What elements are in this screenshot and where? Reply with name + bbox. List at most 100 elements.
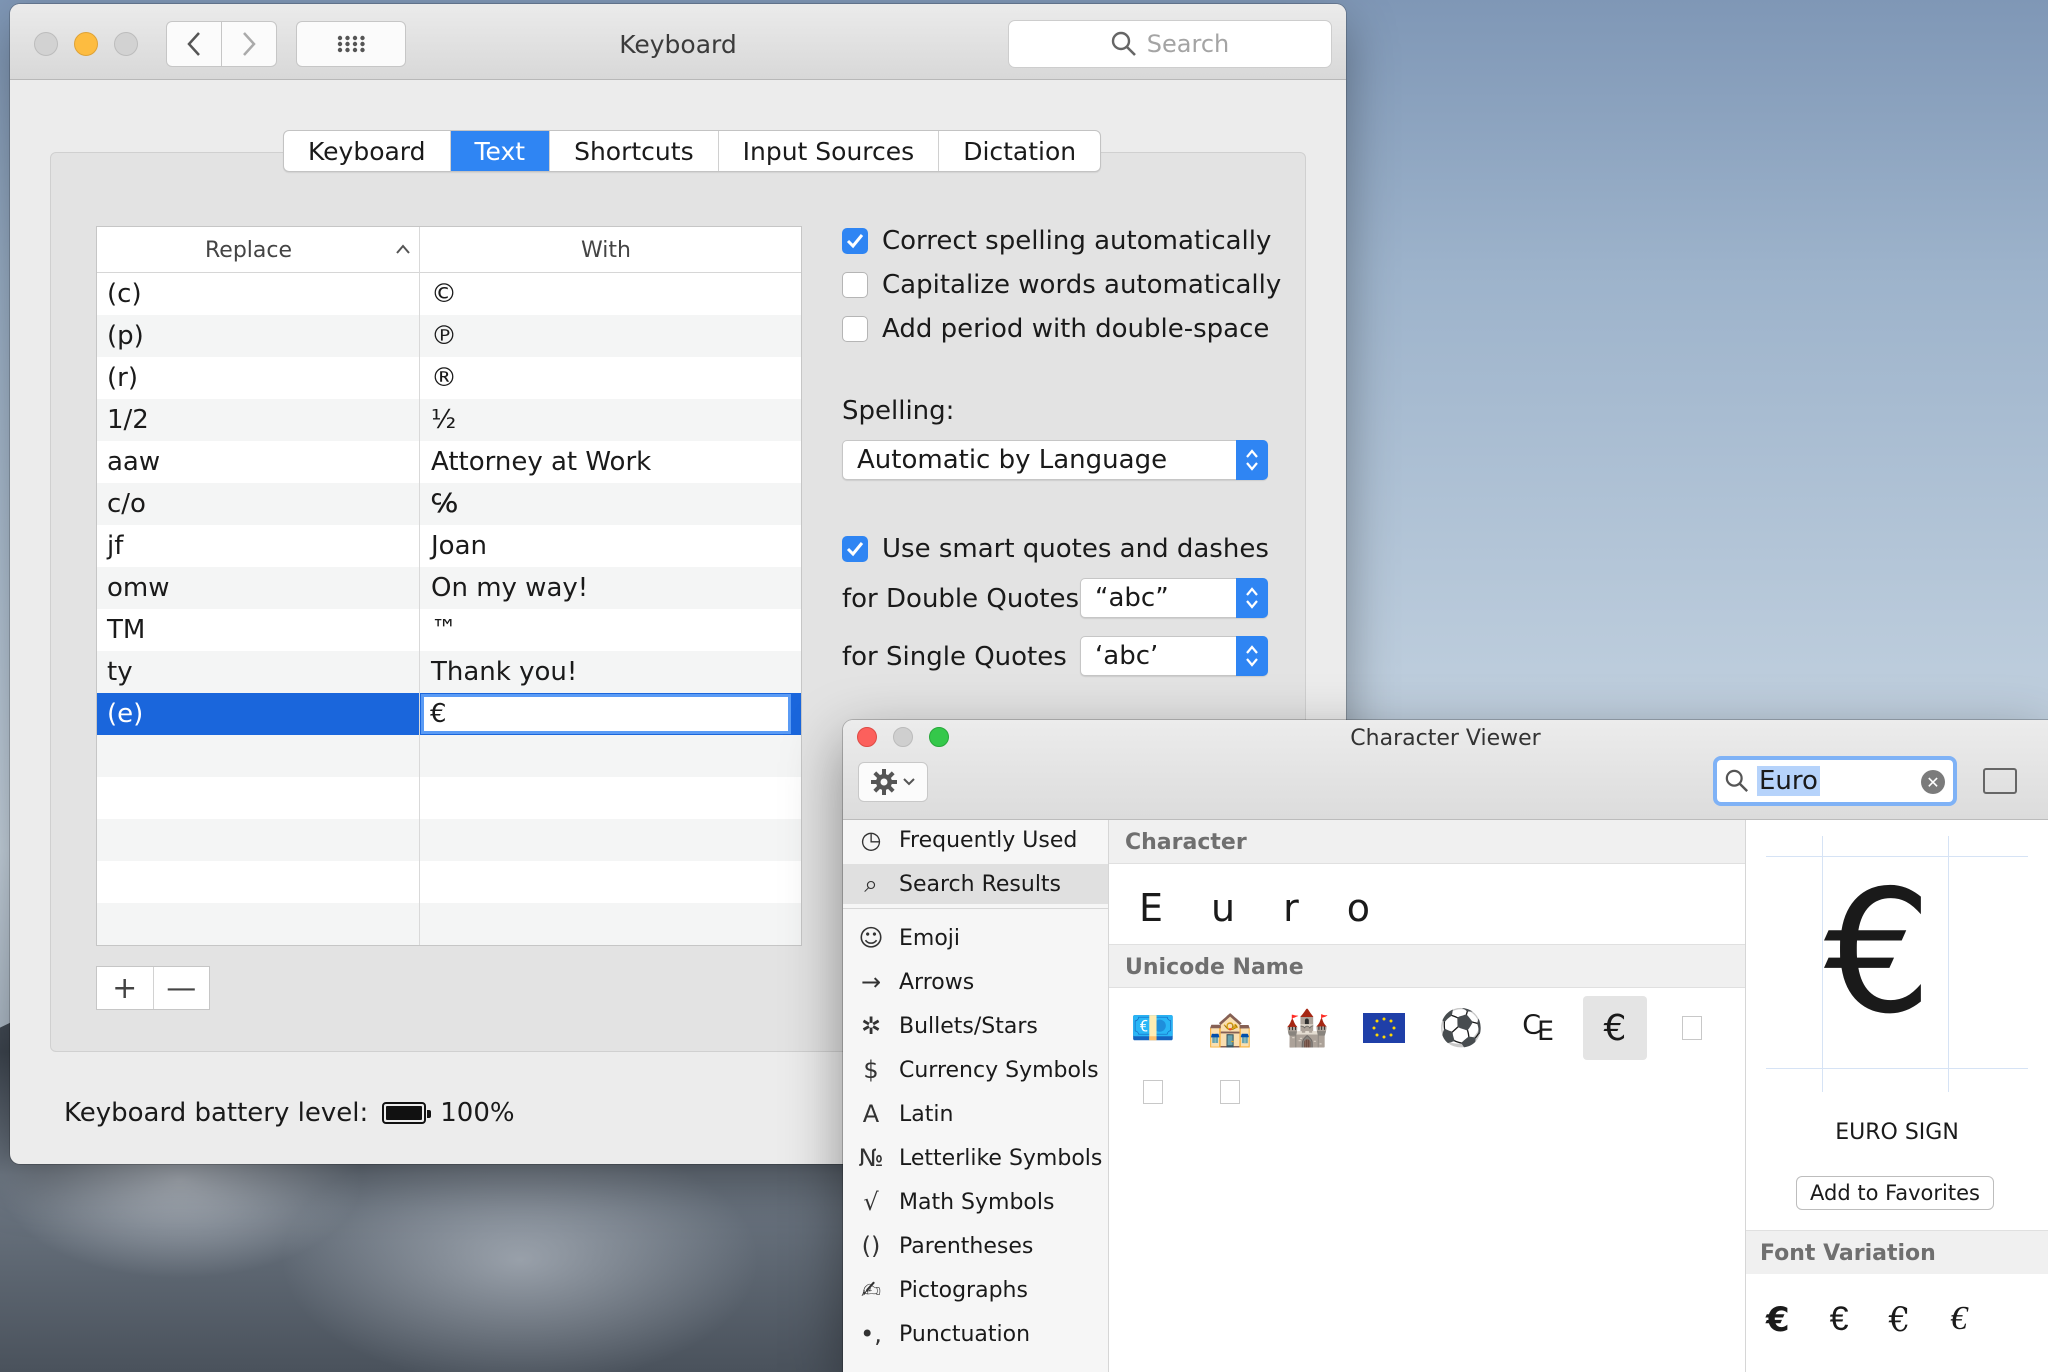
with-cell: Attorney at Work: [431, 447, 652, 477]
add-period-option[interactable]: Add period with double-space: [842, 314, 1269, 344]
battery-value: 100%: [440, 1098, 515, 1128]
with-edit-field[interactable]: €: [421, 694, 791, 734]
table-row[interactable]: jf Joan: [97, 525, 801, 567]
category-emoji[interactable]: ☺ Emoji: [843, 918, 1108, 958]
replace-cell: (c): [107, 279, 142, 309]
search-letter[interactable]: E: [1139, 886, 1163, 930]
single-quotes-popup[interactable]: ‘abc’: [1080, 636, 1268, 676]
tab-text[interactable]: Text: [450, 131, 551, 171]
euro-banknote-icon[interactable]: 💶: [1121, 996, 1185, 1060]
missing-glyph-icon[interactable]: [1660, 996, 1724, 1060]
category-bullets-stars[interactable]: ✲ Bullets/Stars: [843, 1006, 1108, 1046]
add-to-favorites-button[interactable]: Add to Favorites: [1796, 1176, 1994, 1210]
search-icon: [1111, 31, 1136, 56]
category-latin[interactable]: A Latin: [843, 1094, 1108, 1134]
european-castle-icon[interactable]: 🏰: [1275, 996, 1339, 1060]
column-header-with[interactable]: With: [581, 238, 631, 263]
battery-fill: [386, 1106, 423, 1120]
empty-row: [97, 861, 801, 903]
battery-icon: [382, 1102, 432, 1124]
character-viewer-window: Character Viewer Euro ✕ ◷ Frequently Used: [843, 720, 2048, 1372]
capitalize-option[interactable]: Capitalize words automatically: [842, 270, 1281, 300]
clock-icon: ◷: [860, 826, 882, 854]
category-frequently-used[interactable]: ◷ Frequently Used: [843, 820, 1108, 860]
missing-glyph-icon[interactable]: [1121, 1060, 1185, 1124]
tab-input-sources[interactable]: Input Sources: [719, 131, 940, 171]
category-math-symbols[interactable]: √ Math Symbols: [843, 1182, 1108, 1222]
empty-row: [97, 777, 801, 819]
chevron-down-icon: [903, 778, 915, 786]
category-pictographs[interactable]: ✍ Pictographs: [843, 1270, 1108, 1310]
add-period-checkbox[interactable]: [842, 316, 868, 342]
european-post-office-icon[interactable]: 🏤: [1198, 996, 1262, 1060]
sidebar-separator: [843, 908, 1108, 909]
table-row-selected[interactable]: (e) €: [97, 693, 801, 735]
font-variation-glyph[interactable]: €: [1950, 1300, 1967, 1340]
category-currency-symbols[interactable]: $ Currency Symbols: [843, 1050, 1108, 1090]
eu-flag-icon[interactable]: [1352, 996, 1416, 1060]
action-menu-button[interactable]: [858, 762, 928, 802]
parentheses-icon: (): [861, 1232, 881, 1260]
character-detail-pane: € EURO SIGN Add to Favorites Font Variat…: [1745, 820, 2048, 1372]
cv-window-title: Character Viewer: [1350, 726, 1541, 751]
search-input[interactable]: Search: [1008, 20, 1332, 68]
cv-search-input[interactable]: Euro ✕: [1713, 756, 1957, 806]
dollar-icon: $: [863, 1056, 879, 1084]
tab-shortcuts[interactable]: Shortcuts: [550, 131, 719, 171]
capitalize-label: Capitalize words automatically: [882, 270, 1282, 300]
tab-dictation[interactable]: Dictation: [939, 131, 1100, 171]
table-row[interactable]: (c) ©: [97, 273, 801, 315]
font-variation-glyph[interactable]: €: [1830, 1300, 1849, 1340]
soccer-ball-icon[interactable]: ⚽: [1429, 996, 1493, 1060]
arrow-icon: →: [860, 968, 882, 996]
category-letterlike-symbols[interactable]: № Letterlike Symbols: [843, 1138, 1108, 1178]
tab-bar: Keyboard Text Shortcuts Input Sources Di…: [283, 130, 1102, 172]
updown-arrows-icon: [1236, 440, 1268, 480]
add-remove-control: + —: [96, 966, 210, 1010]
replace-cell: ty: [107, 657, 133, 687]
category-punctuation[interactable]: •, Punctuation: [843, 1314, 1108, 1354]
table-row[interactable]: ty Thank you!: [97, 651, 801, 693]
gear-icon: [871, 769, 897, 795]
with-cell: ®: [431, 363, 457, 393]
double-quotes-popup[interactable]: “abc”: [1080, 578, 1268, 618]
missing-glyph-icon[interactable]: [1198, 1060, 1262, 1124]
table-row[interactable]: aaw Attorney at Work: [97, 441, 801, 483]
smart-quotes-checkbox[interactable]: [842, 536, 868, 562]
category-sidebar: ◷ Frequently Used ⌕ Search Results ☺ Emoji …: [843, 820, 1109, 1372]
tab-keyboard[interactable]: Keyboard: [284, 131, 451, 171]
pictograph-icon: ✍: [860, 1276, 882, 1304]
search-letter[interactable]: r: [1283, 886, 1299, 930]
table-row[interactable]: (p) ℗: [97, 315, 801, 357]
table-row[interactable]: (r) ®: [97, 357, 801, 399]
font-variation-glyph[interactable]: €: [1889, 1300, 1911, 1340]
clear-search-icon[interactable]: ✕: [1921, 770, 1945, 794]
remove-button[interactable]: —: [154, 967, 210, 1009]
results-area: Character E u r o Unicode Name 💶 🏤 🏰 ⚽ ₠…: [1109, 820, 1745, 1372]
column-header-replace[interactable]: Replace: [205, 238, 292, 263]
spelling-popup[interactable]: Automatic by Language: [842, 440, 1268, 480]
glyph-guide-line: [1766, 1068, 2028, 1069]
smart-quotes-option[interactable]: Use smart quotes and dashes: [842, 534, 1269, 564]
unicode-name: EURO SIGN: [1835, 1120, 1959, 1145]
font-variation-glyph[interactable]: €: [1766, 1300, 1790, 1340]
search-letter[interactable]: o: [1347, 886, 1370, 930]
empty-row: [97, 735, 801, 777]
replace-cell: (p): [107, 321, 144, 351]
category-search-results[interactable]: ⌕ Search Results: [843, 864, 1108, 904]
correct-spelling-option[interactable]: Correct spelling automatically: [842, 226, 1271, 256]
table-row[interactable]: 1/2 ½: [97, 399, 801, 441]
add-button[interactable]: +: [97, 967, 154, 1009]
table-row[interactable]: c/o ℅: [97, 483, 801, 525]
correct-spelling-checkbox[interactable]: [842, 228, 868, 254]
capitalize-checkbox[interactable]: [842, 272, 868, 298]
category-arrows[interactable]: → Arrows: [843, 962, 1108, 1002]
euro-currency-sign-icon[interactable]: ₠: [1506, 996, 1570, 1060]
keyboard-viewer-icon[interactable]: [1983, 768, 2017, 794]
empty-row: [97, 819, 801, 861]
search-letter[interactable]: u: [1211, 886, 1235, 930]
category-parentheses[interactable]: () Parentheses: [843, 1226, 1108, 1266]
table-row[interactable]: omw On my way!: [97, 567, 801, 609]
euro-sign-icon[interactable]: €: [1583, 996, 1647, 1060]
table-row[interactable]: TM ™: [97, 609, 801, 651]
